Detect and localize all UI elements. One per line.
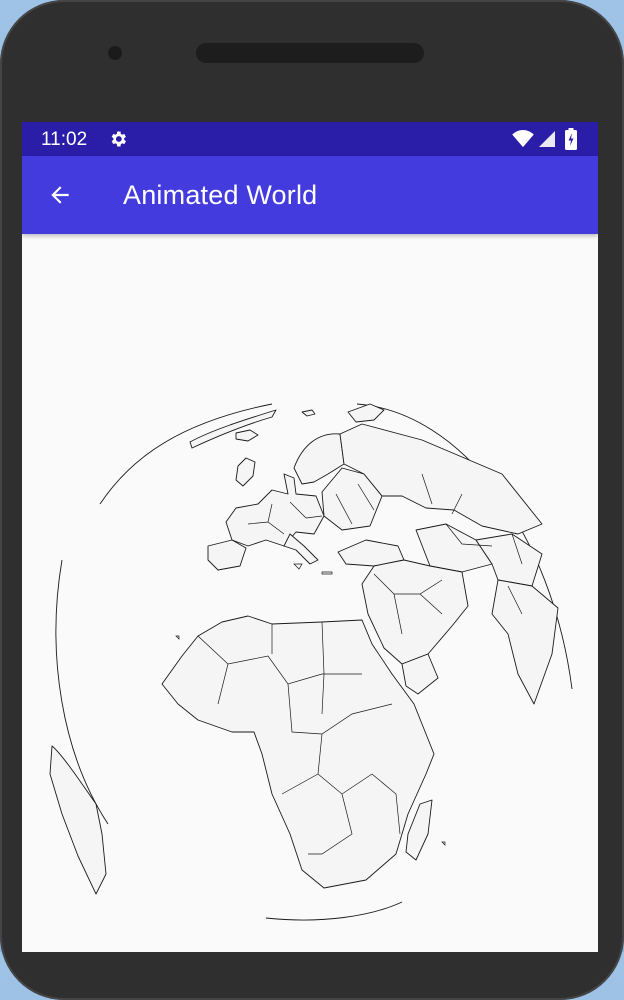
greenland-region [189, 409, 277, 449]
iberia [207, 539, 247, 571]
iceland [235, 429, 259, 442]
app-bar: Animated World [22, 156, 598, 234]
phone-frame: 11:02 Animated World [0, 0, 624, 1000]
front-camera [108, 46, 122, 60]
earpiece-speaker [196, 43, 424, 63]
svalbard-region [301, 409, 316, 417]
device-screen: 11:02 Animated World [22, 122, 598, 952]
island-crete [321, 571, 333, 575]
status-bar: 11:02 [22, 122, 598, 156]
europe-west [225, 473, 325, 547]
africa [161, 615, 435, 889]
caspian-region [415, 523, 493, 573]
island-sicily [293, 563, 303, 570]
status-time: 11:02 [41, 129, 88, 150]
battery-icon [565, 128, 577, 150]
page-title: Animated World [123, 180, 318, 210]
india-region [491, 579, 559, 705]
island-canaries [175, 635, 180, 640]
south-america-edge [49, 745, 107, 895]
middle-east [361, 559, 469, 665]
signal-icon [539, 131, 555, 147]
back-button[interactable] [36, 171, 84, 219]
island-comoros [441, 841, 446, 846]
arrow-back-icon [51, 186, 69, 204]
world-globe-map[interactable] [22, 234, 598, 952]
italy [283, 533, 319, 565]
globe-limb-bottom [265, 901, 403, 921]
wifi-icon [512, 130, 534, 148]
british-isles [235, 457, 256, 487]
globe-limb-upper [99, 403, 273, 505]
settings-icon [111, 131, 126, 147]
novaya-zemlya [347, 403, 385, 423]
